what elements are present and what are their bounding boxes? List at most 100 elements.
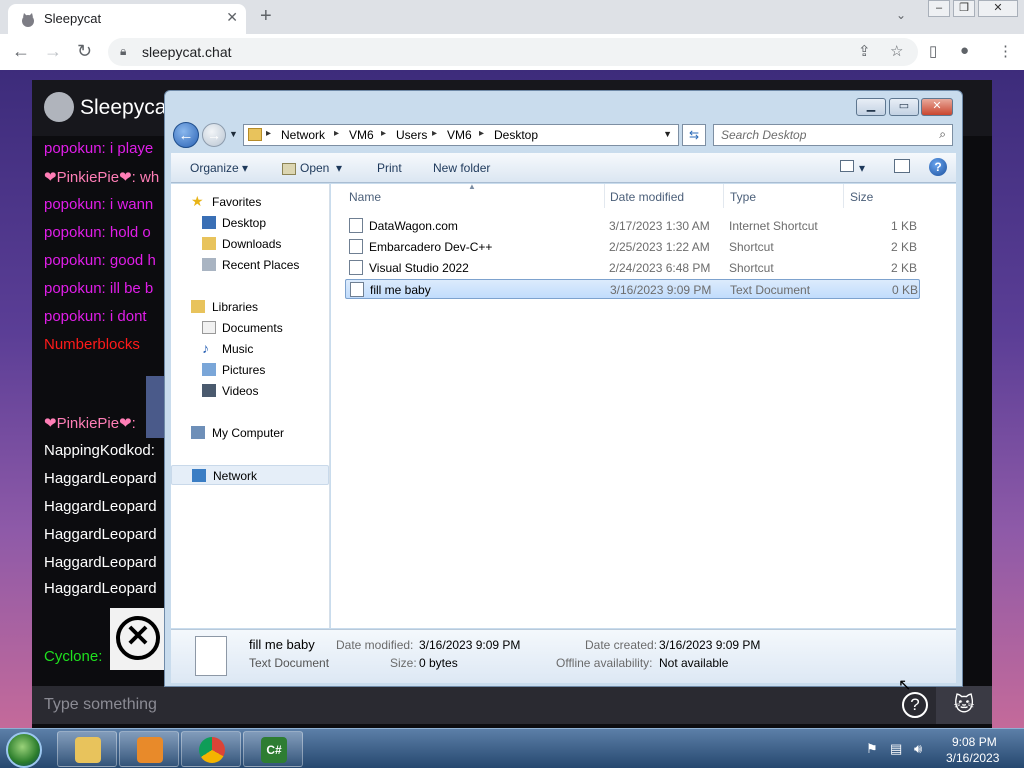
explorer-forward-icon[interactable]: → — [202, 123, 226, 147]
tab-search-icon[interactable]: ⌄ — [896, 8, 906, 22]
mouse-cursor-icon: ↖ — [898, 677, 912, 694]
chat-input[interactable]: Type something — [44, 696, 157, 714]
start-button-icon[interactable] — [6, 732, 42, 768]
chat-text: ill be b — [105, 280, 154, 297]
taskbar-csharp[interactable]: C# — [243, 731, 303, 767]
preview-pane-icon[interactable] — [894, 159, 910, 173]
explorer-minimize-button[interactable]: ▁ — [856, 98, 886, 116]
file-icon — [349, 260, 363, 275]
explorer-help-icon[interactable]: ? — [929, 158, 947, 176]
bookmark-star-icon[interactable]: ☆ — [890, 42, 903, 60]
explorer-search-input[interactable]: Search Desktop ⌕ — [713, 124, 953, 146]
explorer-close-button[interactable]: ✕ — [921, 98, 953, 116]
nav-downloads[interactable]: Downloads — [171, 234, 329, 254]
file-row[interactable]: fill me baby 3/16/2023 9:09 PM Text Docume… — [345, 279, 920, 299]
action-center-flag-icon[interactable]: ⚑ — [866, 741, 878, 757]
details-size: 0 bytes — [419, 656, 458, 670]
taskbar-explorer[interactable] — [57, 731, 117, 767]
address-bar[interactable]: 🔒︎ sleepycat.chat — [108, 38, 918, 66]
column-header-name[interactable]: Name — [349, 190, 381, 204]
breadcrumb-vm6[interactable]: VM6 — [349, 128, 374, 142]
embedded-image-thumbnail[interactable] — [146, 376, 164, 438]
site-brand: Sleepycat — [80, 96, 173, 119]
view-dropdown-icon[interactable]: ▾ — [859, 161, 865, 175]
explorer-window: ▁ ▭ ✕ ← → ▼ ▸ Network ▸ VM6 ▸ Users ▸ VM… — [164, 90, 963, 687]
network-tray-icon[interactable]: ▤ — [890, 741, 902, 757]
taskbar-chrome[interactable] — [181, 731, 241, 767]
explorer-titlebar[interactable]: ▁ ▭ ✕ — [165, 91, 962, 121]
explorer-address-bar[interactable]: ▸ Network ▸ VM6 ▸ Users ▸ VM6 ▸ Desktop … — [243, 124, 679, 146]
nav-music[interactable]: ♪ Music — [171, 339, 329, 359]
explorer-maximize-button[interactable]: ▭ — [889, 98, 919, 116]
reload-icon[interactable]: ↻ — [77, 41, 92, 62]
lock-icon[interactable]: 🔒︎ — [120, 44, 126, 59]
nav-recent-places[interactable]: Recent Places — [171, 255, 329, 275]
new-tab-button[interactable]: + — [260, 5, 272, 28]
browser-tab[interactable]: Sleepycat ✕ — [8, 4, 246, 34]
history-dropdown-icon[interactable]: ▼ — [229, 129, 238, 139]
change-view-icon[interactable] — [840, 160, 854, 172]
chat-text: i wann — [105, 196, 154, 213]
open-menu[interactable]: Open ▾ — [282, 161, 342, 175]
browser-restore-button[interactable]: ❐ — [953, 0, 975, 17]
address-dropdown-icon[interactable]: ▼ — [663, 129, 672, 139]
menu-dots-icon[interactable]: ⋮ — [998, 42, 1013, 60]
close-tab-icon[interactable]: ✕ — [226, 9, 238, 26]
profile-icon[interactable]: ● — [960, 42, 969, 59]
nav-libraries[interactable]: Libraries — [171, 297, 329, 317]
details-file-type: Text Document — [249, 656, 330, 670]
text-document-icon — [195, 636, 227, 676]
nav-favorites[interactable]: ★ Favorites — [171, 192, 329, 212]
back-arrow-icon[interactable]: ← — [12, 41, 30, 62]
nav-my-computer[interactable]: My Computer — [171, 423, 329, 443]
cat-send-icon[interactable]: 🐱︎ — [936, 686, 992, 724]
nav-videos[interactable]: Videos — [171, 381, 329, 401]
chat-username: popokun: — [44, 252, 106, 269]
print-button[interactable]: Print — [377, 161, 402, 175]
forward-arrow-icon[interactable]: → — [44, 41, 62, 62]
chat-input-bar: Type something ? 🐱︎ — [32, 686, 992, 724]
nav-network[interactable]: Network — [171, 465, 329, 485]
refresh-icon[interactable]: ⇆ — [682, 124, 706, 146]
chat-message: HaggardLeopard — [44, 470, 157, 487]
organize-menu[interactable]: Organize ▾ — [190, 161, 248, 175]
breadcrumb-desktop[interactable]: Desktop — [494, 128, 538, 142]
clock-date[interactable]: 3/16/2023 — [946, 751, 999, 765]
breadcrumb-vm6-user[interactable]: VM6 — [447, 128, 472, 142]
share-icon[interactable]: ⇪ — [858, 42, 871, 60]
help-button[interactable]: ? — [902, 692, 928, 718]
explorer-back-icon[interactable]: ← — [173, 122, 199, 148]
videos-icon — [202, 384, 216, 397]
chat-message: HaggardLeopard — [44, 526, 157, 543]
side-panel-icon[interactable]: ▯ — [929, 42, 937, 60]
column-header-type[interactable]: Type — [730, 190, 756, 204]
chat-message: HaggardLeopard — [44, 554, 157, 571]
column-header-size[interactable]: Size — [850, 190, 873, 204]
nav-pictures[interactable]: Pictures — [171, 360, 329, 380]
file-row[interactable]: Visual Studio 2022 2/24/2023 6:48 PM Short… — [345, 258, 920, 278]
details-date-created: 3/16/2023 9:09 PM — [659, 638, 761, 652]
search-icon[interactable]: ⌕ — [939, 127, 946, 142]
browser-minimize-button[interactable]: – — [928, 0, 950, 17]
file-row[interactable]: DataWagon.com 3/17/2023 1:30 AM Internet S… — [345, 216, 920, 236]
browser-close-button[interactable]: ✕ — [978, 0, 1018, 17]
new-folder-button[interactable]: New folder — [433, 161, 490, 175]
folder-icon — [248, 128, 262, 141]
file-date: 3/17/2023 1:30 AM — [609, 219, 710, 233]
chat-username: HaggardLeopard — [44, 580, 157, 597]
sort-ascending-icon: ▲ — [468, 182, 476, 191]
explorer-command-bar: Organize ▾ Open ▾ Print New folder ▾ ? — [171, 153, 956, 183]
chat-username: popokun: — [44, 140, 106, 157]
column-header-date[interactable]: Date modified — [610, 190, 684, 204]
file-row[interactable]: Embarcadero Dev-C++ 2/25/2023 1:22 AM Shor… — [345, 237, 920, 257]
embedded-image[interactable]: ✕ — [110, 608, 166, 670]
file-date: 3/16/2023 9:09 PM — [610, 283, 712, 297]
url-text[interactable]: sleepycat.chat — [142, 44, 232, 60]
breadcrumb-users[interactable]: Users — [396, 128, 427, 142]
breadcrumb-network[interactable]: Network — [281, 128, 325, 142]
taskbar-media-player[interactable] — [119, 731, 179, 767]
nav-desktop[interactable]: Desktop — [171, 213, 329, 233]
volume-icon[interactable]: 🔊︎ — [914, 741, 922, 757]
clock-time[interactable]: 9:08 PM — [952, 735, 997, 749]
nav-documents[interactable]: Documents — [171, 318, 329, 338]
